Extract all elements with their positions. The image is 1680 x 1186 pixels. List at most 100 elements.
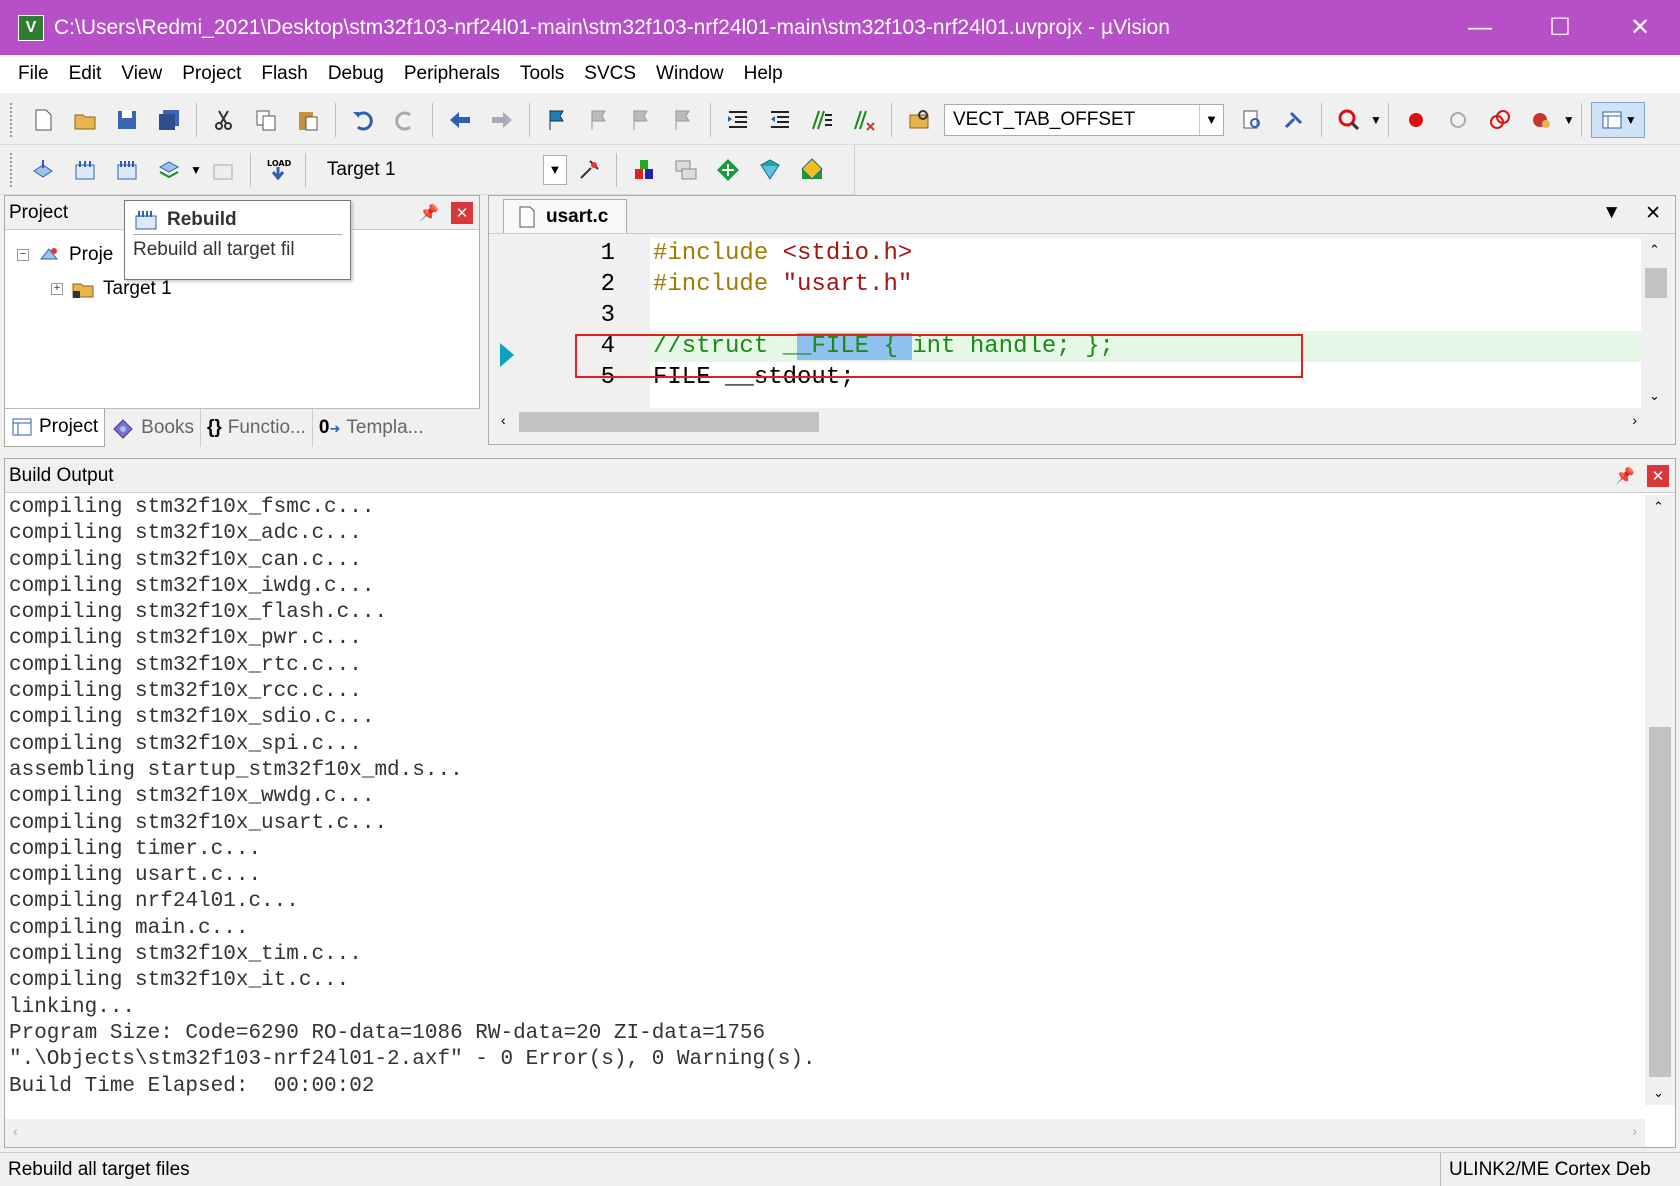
maximize-button[interactable]: ☐ — [1520, 0, 1600, 55]
scroll-right-arrow-icon[interactable]: › — [1632, 1123, 1637, 1139]
chevron-down-icon[interactable]: ▼ — [1563, 113, 1575, 127]
undo-icon[interactable] — [345, 102, 381, 138]
menu-view[interactable]: View — [111, 63, 172, 85]
code-line[interactable]: 2 #include "usart.h" — [495, 269, 1643, 302]
menu-window[interactable]: Window — [646, 63, 734, 85]
open-file-icon[interactable] — [67, 102, 103, 138]
stop-build-icon[interactable] — [205, 152, 241, 188]
uncomment-selection-icon[interactable] — [846, 102, 882, 138]
tab-functions[interactable]: {} Functio... — [201, 408, 313, 447]
scroll-right-arrow-icon[interactable]: › — [1632, 412, 1637, 428]
new-file-icon[interactable] — [25, 102, 61, 138]
scroll-up-arrow-icon[interactable]: ⌃ — [1653, 499, 1664, 515]
scroll-left-arrow-icon[interactable]: ‹ — [13, 1123, 18, 1139]
editor-vertical-scrollbar[interactable]: ⌃ ⌄ — [1641, 238, 1671, 408]
file-extensions-icon[interactable] — [626, 152, 662, 188]
manage-runtime-environment-icon[interactable] — [794, 152, 830, 188]
paste-icon[interactable] — [290, 102, 326, 138]
find-icon[interactable] — [1234, 102, 1270, 138]
target-select[interactable]: Target 1 ▼ — [318, 154, 568, 186]
minimize-button[interactable]: — — [1440, 0, 1520, 55]
configure-window-icon[interactable]: ▼ — [1590, 101, 1645, 138]
menu-help[interactable]: Help — [734, 63, 793, 85]
navigate-back-icon[interactable] — [442, 102, 478, 138]
scrollbar-thumb[interactable] — [1649, 727, 1671, 1077]
chevron-down-icon[interactable]: ▼ — [1199, 104, 1223, 135]
build-output-text[interactable]: compiling stm32f10x_fsmc.c... compiling s… — [9, 495, 1649, 1105]
download-load-icon[interactable]: LOAD — [260, 152, 296, 188]
previous-bookmark-icon[interactable] — [581, 102, 617, 138]
close-tab-icon[interactable]: ✕ — [1645, 202, 1661, 225]
kill-all-breakpoints-icon[interactable] — [1524, 102, 1560, 138]
tab-project[interactable]: Project — [4, 408, 106, 447]
chevron-down-icon[interactable]: ▼ — [542, 154, 567, 185]
insert-bookmark-icon[interactable] — [539, 102, 575, 138]
tab-usart-c[interactable]: usart.c — [503, 199, 628, 233]
enable-breakpoint-icon[interactable] — [1440, 102, 1476, 138]
menu-edit[interactable]: Edit — [59, 63, 112, 85]
scrollbar-thumb[interactable] — [1645, 268, 1667, 298]
scrollbar-thumb[interactable] — [519, 412, 819, 432]
close-panel-icon[interactable]: ✕ — [451, 201, 473, 224]
expand-icon[interactable]: + — [51, 283, 63, 295]
close-window-button[interactable]: ✕ — [1600, 0, 1680, 55]
translate-icon[interactable] — [25, 152, 61, 188]
editor-horizontal-scrollbar[interactable]: ‹ › — [495, 408, 1643, 436]
build-output-line: compiling stm32f10x_rtc.c... — [9, 653, 362, 677]
pack-installer-icon[interactable] — [752, 152, 788, 188]
select-packs-icon[interactable] — [710, 152, 746, 188]
close-panel-icon[interactable]: ✕ — [1647, 464, 1669, 487]
indent-icon[interactable] — [720, 102, 756, 138]
code-line[interactable]: 3 — [495, 300, 1643, 333]
chevron-down-icon[interactable]: ▼ — [190, 163, 202, 177]
options-for-target-icon[interactable] — [571, 152, 607, 188]
pin-icon[interactable]: 📌 — [1615, 466, 1635, 486]
menu-peripherals[interactable]: Peripherals — [394, 63, 510, 85]
debug-session-icon[interactable] — [1331, 102, 1367, 138]
menu-file[interactable]: File — [8, 63, 59, 85]
comment-selection-icon[interactable] — [804, 102, 840, 138]
chevron-down-icon[interactable]: ▼ — [1370, 113, 1382, 127]
tab-books[interactable]: Books — [105, 408, 201, 447]
batch-build-icon[interactable] — [151, 152, 187, 188]
file-icon — [519, 206, 535, 227]
save-all-icon[interactable] — [151, 102, 187, 138]
menu-tools[interactable]: Tools — [510, 63, 574, 85]
redo-icon[interactable] — [387, 102, 423, 138]
toolbar-grip[interactable] — [10, 152, 16, 187]
menu-debug[interactable]: Debug — [318, 63, 394, 85]
menu-svcs[interactable]: SVCS — [574, 63, 646, 85]
scroll-down-arrow-icon[interactable]: ⌄ — [1653, 1085, 1664, 1101]
find-combo[interactable]: VECT_TAB_OFFSET ▼ — [944, 103, 1224, 136]
find-in-files-icon[interactable] — [901, 102, 937, 138]
build-output-vertical-scrollbar[interactable]: ⌃ ⌄ — [1645, 495, 1675, 1105]
build-output-horizontal-scrollbar[interactable]: ‹ › — [5, 1119, 1645, 1147]
code-area[interactable]: 1 #include <stdio.h> 2 #include "usart.h" 3 4… — [495, 238, 1643, 408]
menu-flash[interactable]: Flash — [251, 63, 317, 85]
scroll-left-arrow-icon[interactable]: ‹ — [501, 412, 506, 428]
clear-bookmarks-icon[interactable] — [665, 102, 701, 138]
uvision-app-icon[interactable]: V — [18, 14, 44, 41]
incremental-find-icon[interactable] — [1276, 102, 1312, 138]
insert-breakpoint-icon[interactable] — [1398, 102, 1434, 138]
scroll-up-arrow-icon[interactable]: ⌃ — [1649, 242, 1660, 258]
code-line[interactable]: 1 #include <stdio.h> — [495, 238, 1643, 271]
pin-icon[interactable]: 📌 — [419, 203, 439, 223]
build-output-title: Build Output — [9, 464, 114, 486]
copy-icon[interactable] — [248, 102, 284, 138]
tab-list-dropdown-icon[interactable]: ▼ — [1602, 202, 1621, 225]
disable-all-breakpoints-icon[interactable] — [1482, 102, 1518, 138]
rebuild-icon[interactable] — [109, 152, 145, 188]
scroll-down-arrow-icon[interactable]: ⌄ — [1649, 388, 1660, 404]
navigate-forward-icon[interactable] — [484, 102, 520, 138]
next-bookmark-icon[interactable] — [623, 102, 659, 138]
tab-templates[interactable]: 0➜ Templa... — [313, 409, 430, 447]
build-icon[interactable] — [67, 152, 103, 188]
collapse-icon[interactable]: − — [17, 249, 29, 261]
unindent-icon[interactable] — [762, 102, 798, 138]
manage-project-items-icon[interactable] — [668, 152, 704, 188]
cut-icon[interactable] — [206, 102, 242, 138]
toolbar-grip[interactable] — [10, 102, 16, 137]
save-icon[interactable] — [109, 102, 145, 138]
menu-project[interactable]: Project — [172, 63, 251, 85]
